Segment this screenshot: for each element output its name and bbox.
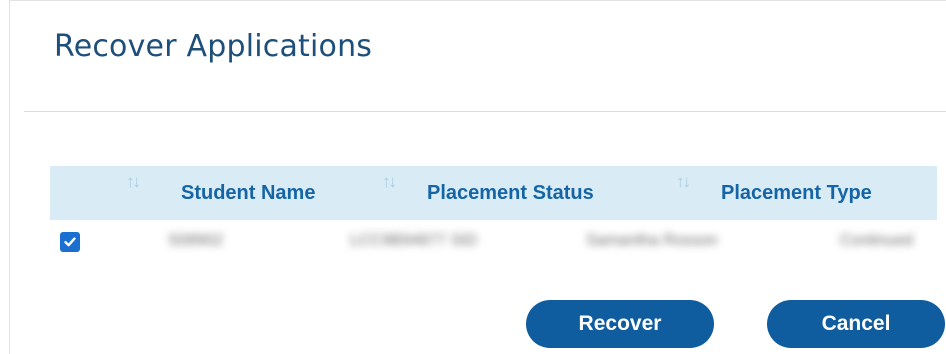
table-header: ↑↓ Student Name ↑↓ Placement Status ↑↓ P… (50, 166, 937, 220)
title-divider (24, 111, 946, 112)
cell-placement-status: Samantha Rosson (586, 232, 718, 249)
column-header-placement-status[interactable]: Placement Status (427, 166, 594, 220)
column-header-student-name[interactable]: Student Name (181, 166, 315, 220)
cell-placement-type: Continued (840, 232, 913, 249)
row-checkbox[interactable] (60, 232, 80, 252)
sort-icon[interactable]: ↑↓ (382, 172, 397, 192)
cancel-button[interactable]: Cancel (767, 300, 945, 348)
dialog-title: Recover Applications (54, 29, 373, 64)
sort-icon[interactable]: ↑↓ (676, 172, 691, 192)
table-row: S08902 LCC9B94877 SID Samantha Rosson Co… (50, 224, 937, 264)
checkmark-icon (64, 237, 76, 247)
column-header-placement-type[interactable]: Placement Type (721, 166, 872, 220)
cell-student-id: S08902 (168, 232, 224, 249)
cell-student-name: LCC9B94877 SID (350, 232, 478, 249)
sort-icon[interactable]: ↑↓ (126, 172, 141, 192)
recover-button[interactable]: Recover (526, 300, 714, 348)
